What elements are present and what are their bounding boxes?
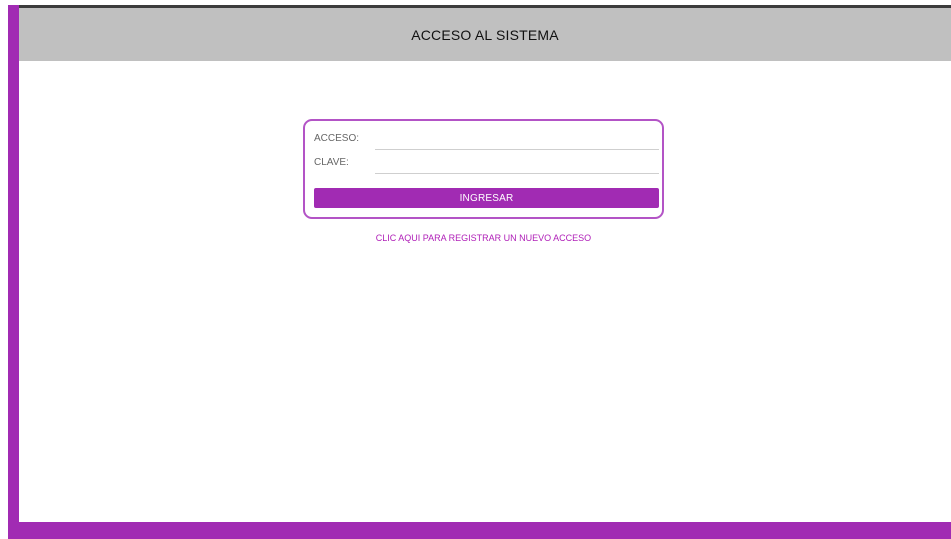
login-button[interactable]: INGRESAR	[314, 188, 659, 208]
login-form: ACCESO: CLAVE: INGRESAR	[303, 119, 664, 219]
register-link[interactable]: CLIC AQUI PARA REGISTRAR UN NUEVO ACCESO	[303, 233, 664, 243]
user-input[interactable]	[375, 129, 659, 150]
password-input[interactable]	[375, 153, 659, 174]
password-field-row: CLAVE:	[314, 153, 659, 175]
password-label: CLAVE:	[314, 157, 349, 168]
page-title: ACCESO AL SISTEMA	[411, 26, 559, 43]
user-field-row: ACCESO:	[314, 129, 659, 151]
page-header: ACCESO AL SISTEMA	[19, 8, 951, 61]
app-window: ACCESO AL SISTEMA ACCESO: CLAVE: INGRESA…	[0, 0, 951, 539]
bottom-accent-bar	[8, 522, 951, 539]
left-accent-bar	[8, 5, 19, 539]
user-label: ACCESO:	[314, 133, 360, 144]
